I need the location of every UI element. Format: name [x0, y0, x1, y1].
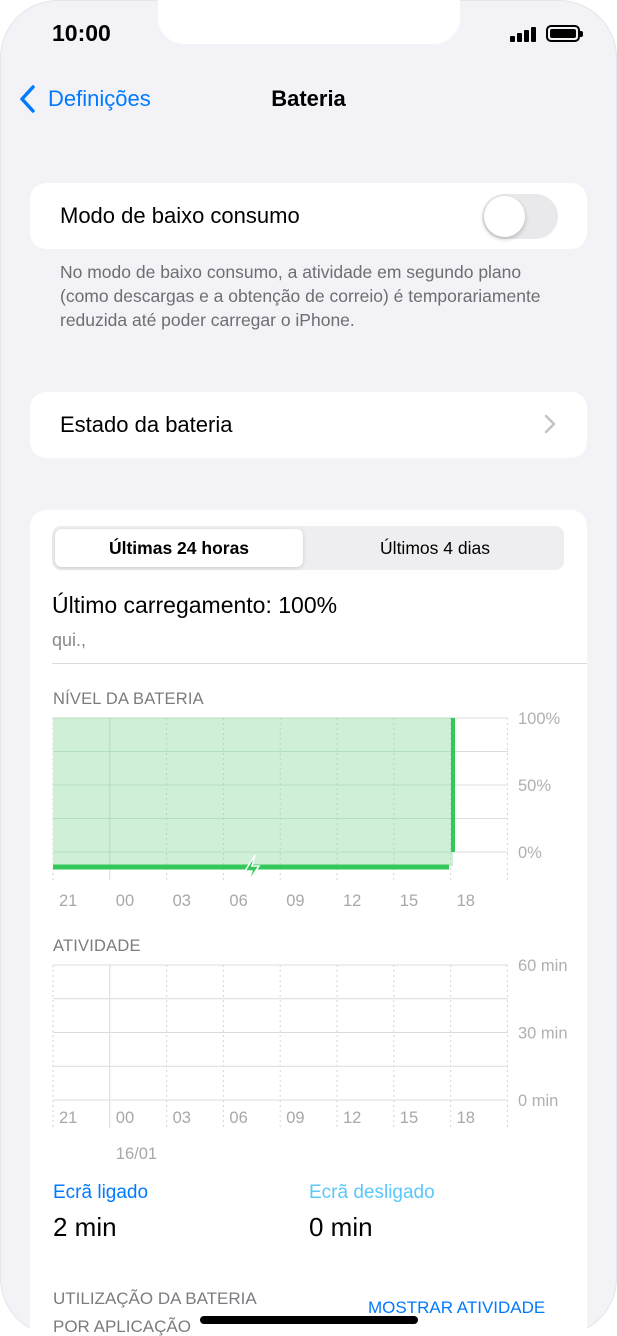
home-indicator	[200, 1316, 418, 1324]
battery-icon	[546, 25, 583, 42]
phone-screen: 10:00 Definições Bateria Modo de baixo c…	[0, 0, 617, 1336]
low-power-row: Modo de baixo consumo	[30, 183, 587, 249]
battery-health-label: Estado da bateria	[60, 412, 233, 437]
chevron-right-icon	[544, 414, 556, 434]
battery-level-chart-title: NÍVEL DA BATERIA	[53, 690, 204, 708]
tab-last-24-hours[interactable]: Últimas 24 horas	[55, 529, 303, 567]
page-title: Bateria	[271, 86, 346, 111]
screen-on-value: 2 min	[53, 1212, 117, 1242]
last-charge-title: Último carregamento: 100%	[52, 592, 338, 618]
time-range-segmented-control: Últimas 24 horas Últimos 4 dias	[52, 526, 564, 570]
screen-on-label: Ecrã ligado	[53, 1182, 149, 1203]
app-usage-label-line1: UTILIZAÇÃO DA BATERIA	[53, 1289, 257, 1308]
app-usage-label: UTILIZAÇÃO DA BATERIA POR APLICAÇÃO	[53, 1285, 257, 1336]
tab-last-4-days[interactable]: Últimos 4 dias	[310, 529, 560, 567]
battery-health-row[interactable]: Estado da bateria	[30, 392, 587, 458]
notch	[158, 0, 460, 44]
screen-off-label: Ecrã desligado	[309, 1182, 435, 1203]
last-charge-date: qui.,	[52, 630, 87, 650]
status-time: 10:00	[52, 20, 111, 46]
screen-off-value: 0 min	[309, 1212, 373, 1242]
signal-icon	[510, 26, 538, 42]
activity-chart-title: ATIVIDADE	[53, 937, 141, 955]
low-power-toggle[interactable]	[482, 194, 558, 239]
divider	[52, 663, 587, 664]
toggle-knob	[484, 196, 525, 237]
low-power-footnote: No modo de baixo consumo, a atividade em…	[60, 262, 541, 330]
low-power-label: Modo de baixo consumo	[60, 203, 300, 228]
show-activity-button[interactable]: MOSTRAR ATIVIDADE	[368, 1298, 545, 1318]
